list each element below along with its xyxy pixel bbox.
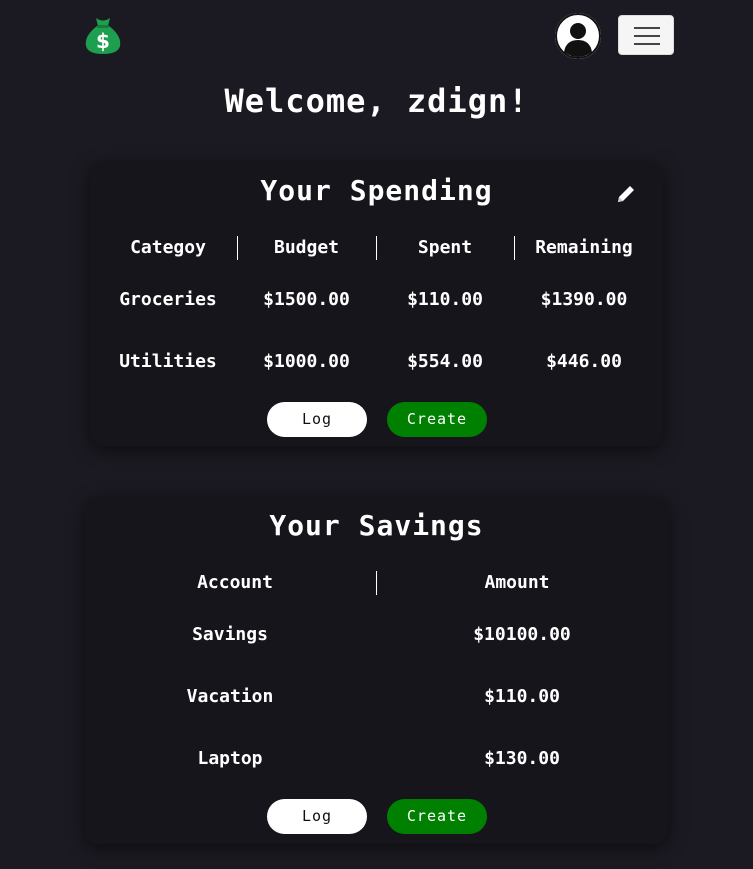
savings-card: Your Savings Account Amount Savings $101… [85,497,668,844]
savings-header-account: Account [197,572,273,593]
welcome-heading: Welcome, zdign! [224,82,529,120]
hamburger-menu-button[interactable] [618,15,674,55]
page: $ Welcome, zdign! Your Spending Categoy … [0,0,753,869]
savings-cell-account: Laptop [197,748,263,769]
savings-cell-amount: $130.00 [484,748,560,769]
hamburger-menu-icon [634,27,660,29]
spending-create-button[interactable]: Create [387,402,487,437]
spending-cell-remaining: $1390.00 [540,289,628,310]
savings-cell-amount: $10100.00 [473,624,571,645]
spending-cell-category: Utilities [119,351,217,372]
spending-cell-spent: $554.00 [407,351,483,372]
savings-cell-amount: $110.00 [484,686,560,707]
savings-header-amount: Amount [484,572,550,593]
spending-title: Your Spending [260,174,493,207]
spending-header-spent: Spent [417,237,473,258]
savings-cell-account: Savings [192,624,268,645]
money-bag-icon[interactable]: $ [82,14,124,56]
spending-cell-spent: $110.00 [407,289,483,310]
spending-cell-budget: $1000.00 [263,351,350,372]
user-avatar-icon[interactable] [555,13,601,59]
pencil-icon[interactable] [614,182,638,206]
spending-cell-remaining: $446.00 [546,351,622,372]
spending-cell-budget: $1500.00 [263,289,350,310]
spending-cell-category: Groceries [119,289,217,310]
spending-log-button[interactable]: Log [267,402,367,437]
savings-cell-account: Vacation [186,686,274,707]
spending-header-remaining: Remaining [535,237,633,258]
savings-create-button[interactable]: Create [387,799,487,834]
column-divider [376,571,377,595]
spending-header-category: Categoy [130,237,206,258]
spending-card: Your Spending Categoy Budget Spent Remai… [90,162,663,446]
svg-text:$: $ [96,29,110,53]
savings-log-button[interactable]: Log [267,799,367,834]
spending-header-budget: Budget [273,237,340,258]
savings-title: Your Savings [269,509,484,542]
